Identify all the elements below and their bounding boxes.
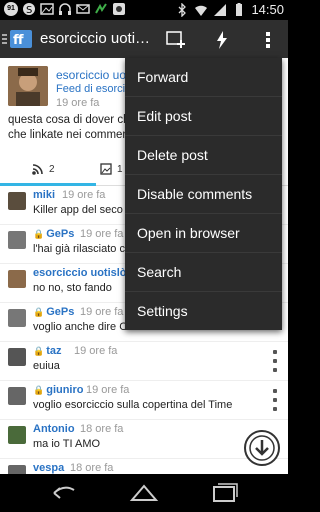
comment-row[interactable]: 🔒 taz 19 ore fa euiua <box>0 342 288 381</box>
comment-author[interactable]: 🔒 taz <box>33 345 62 357</box>
mail-icon <box>76 2 90 16</box>
lock-icon: 🔒 <box>33 385 45 395</box>
comment-row[interactable]: 🔒 giuniro 19 ore fa voglio esorciccio sul… <box>0 381 288 420</box>
headphones-icon <box>58 2 72 16</box>
lock-icon: 🔒 <box>33 307 45 317</box>
comment-avatar[interactable] <box>8 231 26 249</box>
comment-text: ma io TI AMO <box>33 438 101 450</box>
post-text-line2: che linkate nei commen <box>8 129 129 141</box>
more-vert-icon <box>266 32 270 48</box>
rss-icon <box>32 164 43 175</box>
menu-item-disable-comments[interactable]: Disable comments <box>125 175 282 214</box>
menu-item-forward[interactable]: Forward <box>125 58 282 97</box>
comment-text: Killer app del seco <box>33 204 123 216</box>
comment-avatar[interactable] <box>8 270 26 288</box>
overflow-menu-button[interactable] <box>256 28 280 52</box>
app-s-icon: S <box>22 2 36 16</box>
action-bar: ff esorciccio uoti… <box>0 20 288 58</box>
tab-images[interactable]: 1 <box>100 152 123 186</box>
comment-text: voglio esorciccio sulla copertina del Ti… <box>33 399 233 411</box>
comment-text: no no, sto fando <box>33 282 112 294</box>
comment-text: voglio anche dire CH <box>33 321 136 333</box>
comment-time: 19 ore fa <box>74 345 118 357</box>
add-list-icon <box>166 31 185 48</box>
comment-author[interactable]: Antonio <box>33 423 75 435</box>
download-arrow-icon <box>249 435 275 461</box>
comment-text: euiua <box>33 360 60 372</box>
home-button[interactable] <box>128 480 160 506</box>
tab-images-count: 1 <box>117 163 123 175</box>
lock-icon: 🔒 <box>33 346 45 356</box>
image-icon <box>100 163 112 175</box>
lightning-icon <box>217 31 227 49</box>
recents-button[interactable] <box>208 480 240 506</box>
clock: 14:50 <box>251 2 284 17</box>
page-title: esorciccio uoti… <box>40 30 151 47</box>
post-time: 19 ore fa <box>56 97 100 109</box>
back-icon <box>53 486 75 499</box>
comment-time: 18 ore fa <box>70 462 114 474</box>
tab-comments-count: 2 <box>49 163 55 175</box>
comment-time: 19 ore fa <box>80 228 124 240</box>
post-text-line1: questa cosa di dover cl <box>8 114 126 126</box>
overflow-menu: Forward Edit post Delete post Disable co… <box>125 58 282 330</box>
comment-row[interactable]: vespa 18 ore fa <box>0 459 288 474</box>
comment-author[interactable]: 🔒 giuniro <box>33 384 84 396</box>
menu-item-delete-post[interactable]: Delete post <box>125 136 282 175</box>
comment-author[interactable]: vespa <box>33 462 64 474</box>
svg-text:ff: ff <box>13 33 24 48</box>
battery-icon <box>232 2 246 17</box>
author-avatar[interactable] <box>8 66 48 106</box>
status-bar: 91 S 14:50 <box>0 0 288 20</box>
lock-icon: 🔒 <box>33 229 45 239</box>
comment-author[interactable]: miki <box>33 189 55 201</box>
flash-button[interactable] <box>210 28 234 52</box>
comment-menu-button[interactable] <box>270 389 280 411</box>
notification-count-icon: 91 <box>4 2 18 16</box>
add-to-list-button[interactable] <box>164 28 188 52</box>
comment-menu-button[interactable] <box>270 350 280 372</box>
menu-item-edit-post[interactable]: Edit post <box>125 97 282 136</box>
menu-item-settings[interactable]: Settings <box>125 292 282 331</box>
comment-avatar[interactable] <box>8 465 26 474</box>
comment-text: l'hai già rilasciato c <box>33 243 125 255</box>
app-green-icon <box>94 2 108 16</box>
app-badge-icon <box>112 2 126 16</box>
menu-item-search[interactable]: Search <box>125 253 282 292</box>
system-nav-bar <box>0 474 288 512</box>
comment-avatar[interactable] <box>8 387 26 405</box>
comment-time: 18 ore fa <box>80 423 124 435</box>
menu-item-open-in-browser[interactable]: Open in browser <box>125 214 282 253</box>
wifi-icon <box>194 3 208 17</box>
home-icon <box>129 484 159 501</box>
comment-author[interactable]: 🔒 GePs <box>33 306 74 318</box>
gallery-icon <box>40 2 54 16</box>
svg-text:S: S <box>26 5 32 16</box>
post-feed[interactable]: Feed di esorcic <box>56 83 131 95</box>
comment-avatar[interactable] <box>8 309 26 327</box>
comment-avatar[interactable] <box>8 192 26 210</box>
comment-author[interactable]: 🔒 GePs <box>33 228 74 240</box>
signal-icon <box>213 3 227 17</box>
post-author[interactable]: esorciccio uoti <box>56 68 132 82</box>
comment-avatar[interactable] <box>8 348 26 366</box>
comment-time: 19 ore fa <box>86 384 130 396</box>
comment-time: 19 ore fa <box>62 189 106 201</box>
comment-time: 19 ore fa <box>80 306 124 318</box>
comment-avatar[interactable] <box>8 426 26 444</box>
back-button[interactable] <box>48 480 80 506</box>
recents-icon <box>213 483 238 502</box>
bluetooth-icon <box>175 1 189 18</box>
tab-comments[interactable]: 2 <box>32 152 55 186</box>
scroll-down-button[interactable] <box>244 430 280 466</box>
comment-author[interactable]: esorciccio uotislòt <box>33 267 130 279</box>
app-logo-icon[interactable]: ff <box>2 28 36 50</box>
